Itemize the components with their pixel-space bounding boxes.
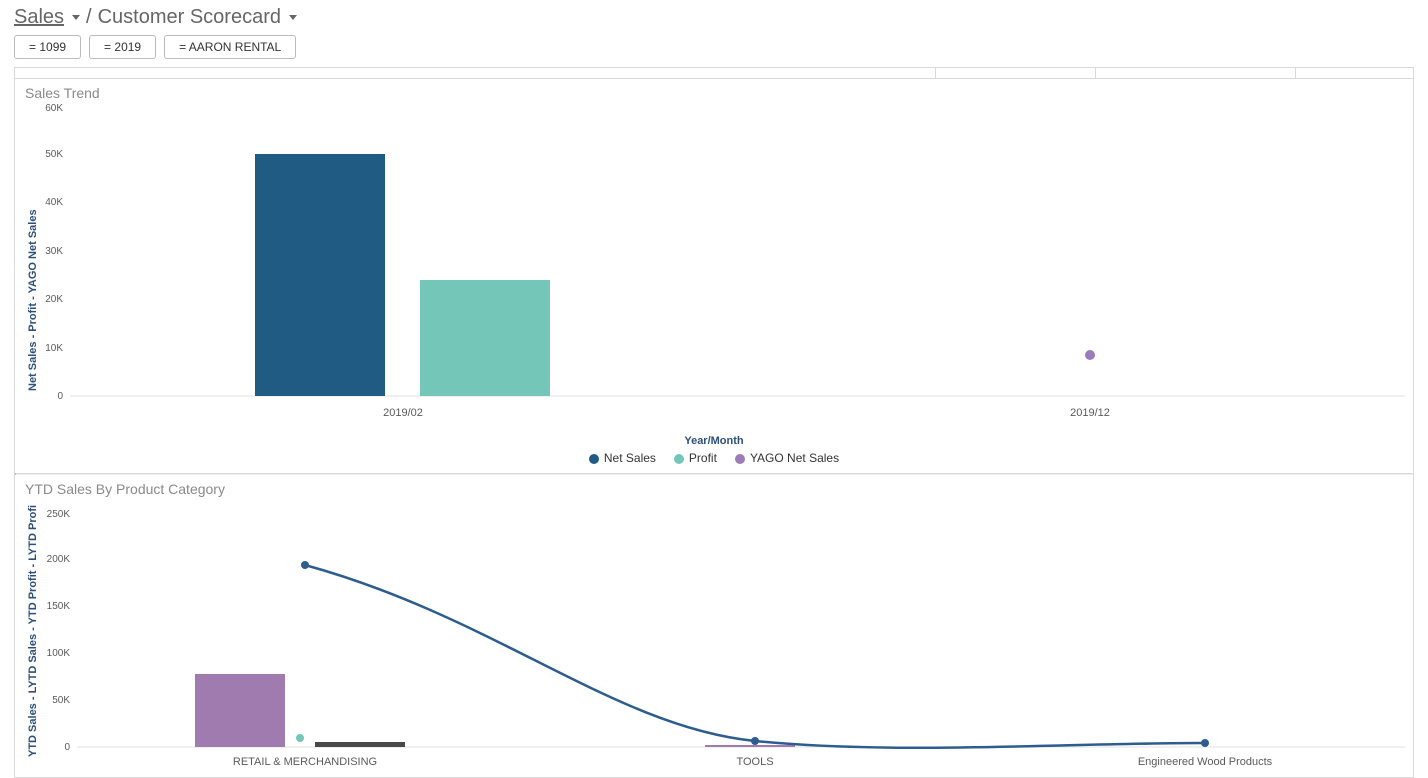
ytick: 10K bbox=[45, 343, 63, 354]
filter-pill-1099[interactable]: = 1099 bbox=[14, 35, 81, 59]
bar-ytd[interactable] bbox=[195, 674, 285, 747]
bar-lytd[interactable] bbox=[315, 742, 405, 747]
legend: Net Sales Profit YAGO Net Sales bbox=[15, 447, 1413, 473]
ytick: 0 bbox=[64, 742, 70, 753]
legend-item-yago[interactable]: YAGO Net Sales bbox=[735, 451, 839, 465]
xtick: Engineered Wood Products bbox=[1138, 756, 1273, 768]
chevron-down-icon[interactable] bbox=[70, 6, 80, 29]
dot-yago[interactable] bbox=[1085, 350, 1095, 360]
ytick: 100K bbox=[47, 648, 71, 659]
chart-title: Sales Trend bbox=[15, 79, 1413, 101]
y-axis-label: Net Sales - Profit - YAGO Net Sales bbox=[27, 209, 39, 391]
ytick: 60K bbox=[45, 103, 63, 114]
bar-profit[interactable] bbox=[420, 280, 550, 396]
dot-ytd-profit[interactable] bbox=[296, 734, 304, 742]
bar-net-sales[interactable] bbox=[255, 154, 385, 396]
xtick: RETAIL & MERCHANDISING bbox=[233, 756, 377, 768]
line-point[interactable] bbox=[301, 561, 309, 569]
ytick: 20K bbox=[45, 294, 63, 305]
ytick: 30K bbox=[45, 246, 63, 257]
chevron-down-icon[interactable] bbox=[287, 6, 297, 29]
xtick: 2019/12 bbox=[1070, 407, 1110, 419]
ytick: 150K bbox=[47, 601, 71, 612]
breadcrumb-root[interactable]: Sales bbox=[14, 6, 64, 29]
chart-title: YTD Sales By Product Category bbox=[15, 475, 1413, 497]
dashboard-frame: Sales Trend Net Sales - Profit - YAGO Ne… bbox=[14, 67, 1414, 778]
ytd-category-plot[interactable]: 0 50K 100K 150K 200K 250K bbox=[15, 497, 1415, 777]
xtick: 2019/02 bbox=[383, 407, 423, 419]
y-axis-label: YTD Sales - LYTD Sales - YTD Profit - LY… bbox=[27, 505, 39, 757]
xtick: TOOLS bbox=[736, 756, 773, 768]
breadcrumb-sep: / bbox=[86, 6, 92, 29]
line-point[interactable] bbox=[751, 737, 759, 745]
line-series[interactable] bbox=[305, 565, 1205, 748]
chart-sales-trend: Sales Trend Net Sales - Profit - YAGO Ne… bbox=[15, 79, 1413, 473]
ytick: 50K bbox=[52, 695, 70, 706]
legend-item-net-sales[interactable]: Net Sales bbox=[589, 451, 656, 465]
chart-ytd-category: YTD Sales By Product Category YTD Sales … bbox=[15, 475, 1413, 777]
filter-pill-customer[interactable]: = AARON RENTAL bbox=[164, 35, 296, 59]
breadcrumb-page[interactable]: Customer Scorecard bbox=[98, 6, 281, 29]
header-strip bbox=[15, 68, 1413, 79]
sales-trend-plot[interactable]: 0 10K 20K 30K 40K 50K 60K 2019/02 bbox=[15, 101, 1415, 431]
ytick: 200K bbox=[47, 554, 71, 565]
legend-label: Net Sales bbox=[604, 451, 656, 465]
filter-pill-2019[interactable]: = 2019 bbox=[89, 35, 156, 59]
bar-ytd[interactable] bbox=[705, 745, 795, 747]
breadcrumb: Sales / Customer Scorecard bbox=[0, 0, 1428, 31]
legend-item-profit[interactable]: Profit bbox=[674, 451, 717, 465]
ytick: 250K bbox=[47, 509, 71, 520]
x-axis-label: Year/Month bbox=[15, 435, 1413, 447]
line-point[interactable] bbox=[1201, 739, 1209, 747]
legend-label: YAGO Net Sales bbox=[750, 451, 839, 465]
filter-bar: = 1099 = 2019 = AARON RENTAL bbox=[0, 31, 1428, 67]
ytick: 0 bbox=[57, 391, 63, 402]
ytick: 50K bbox=[45, 149, 63, 160]
legend-label: Profit bbox=[689, 451, 717, 465]
ytick: 40K bbox=[45, 197, 63, 208]
